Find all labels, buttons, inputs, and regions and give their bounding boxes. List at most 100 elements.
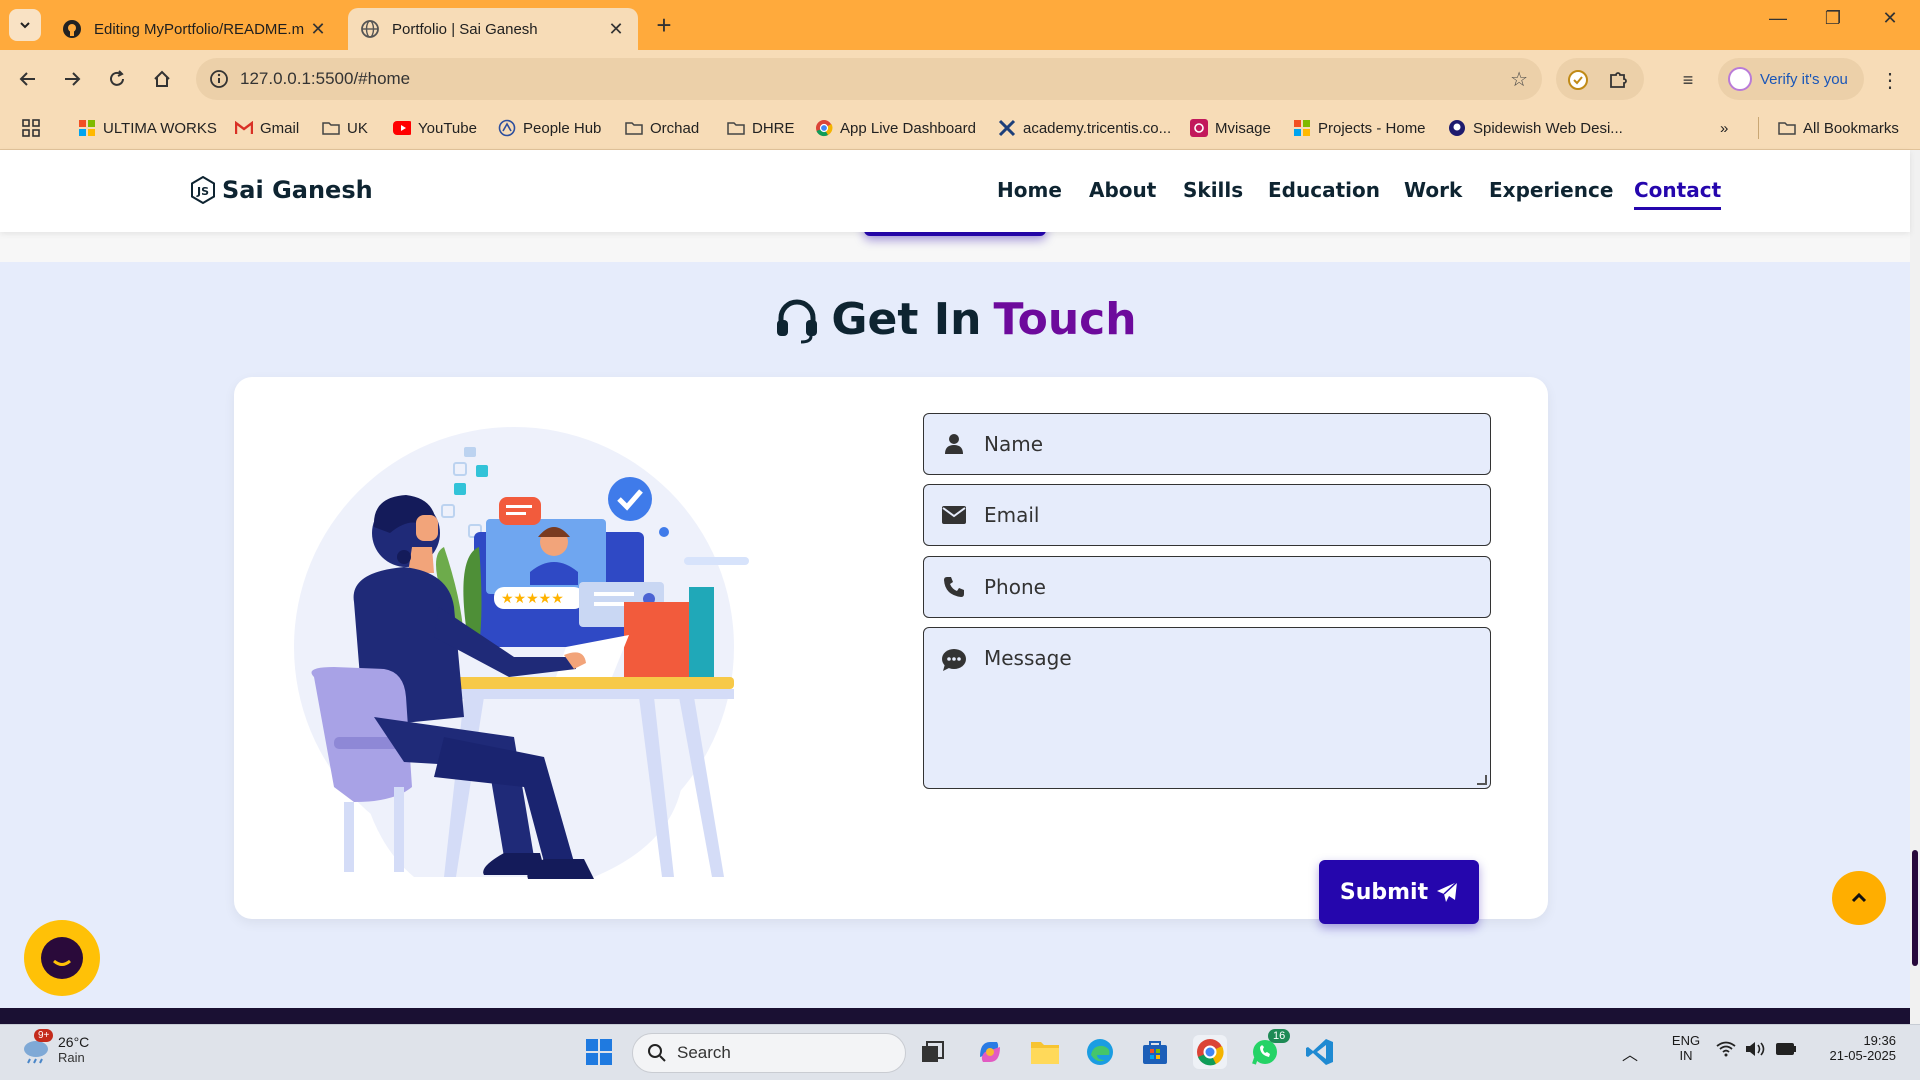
envelope-icon xyxy=(940,501,968,529)
weather-desc: Rain xyxy=(58,1049,85,1065)
new-tab-button[interactable]: + xyxy=(650,10,678,40)
nav-education[interactable]: Education xyxy=(1268,178,1380,202)
paper-plane-icon xyxy=(1437,881,1458,902)
wifi-icon[interactable] xyxy=(1714,1037,1738,1061)
nav-skills[interactable]: Skills xyxy=(1183,178,1243,202)
url-text[interactable]: 127.0.0.1:5500/#home xyxy=(240,69,410,89)
extension-icon[interactable] xyxy=(1566,68,1590,92)
scroll-to-top-button[interactable] xyxy=(1832,871,1886,925)
resize-handle[interactable] xyxy=(1477,775,1487,785)
bookmark-star-icon[interactable]: ☆ xyxy=(1510,67,1528,92)
minimize-button[interactable]: — xyxy=(1758,8,1798,29)
close-window-button[interactable]: ✕ xyxy=(1870,8,1910,29)
previous-section xyxy=(0,232,1910,262)
bookmark-ultima-works[interactable]: ULTIMA WORKS xyxy=(78,117,217,139)
close-tab-icon[interactable]: ✕ xyxy=(308,19,328,40)
gmail-icon xyxy=(235,119,253,137)
bookmark-spidewish[interactable]: Spidewish Web Desi... xyxy=(1448,117,1623,139)
forward-button[interactable] xyxy=(57,64,87,94)
clock-date: 21-05-2025 xyxy=(1829,1048,1897,1063)
browser-tab-bar: Editing MyPortfolio/README.m ✕ Portfolio… xyxy=(0,0,1920,50)
start-button[interactable] xyxy=(582,1035,616,1069)
whatsapp-icon[interactable]: 16 xyxy=(1248,1029,1291,1069)
bookmark-people-hub[interactable]: People Hub xyxy=(498,117,601,139)
scrollbar-thumb[interactable] xyxy=(1912,850,1918,966)
bookmark-mvisage[interactable]: Mvisage xyxy=(1190,117,1271,139)
contact-heading: Get In Touch xyxy=(0,294,1910,345)
bookmark-folder-orchad[interactable]: Orchad xyxy=(625,117,699,139)
name-field[interactable]: Name xyxy=(923,413,1491,475)
phone-placeholder: Phone xyxy=(984,575,1046,599)
tab-github-readme[interactable]: Editing MyPortfolio/README.m ✕ xyxy=(50,8,340,50)
media-control-icon[interactable]: ≡ xyxy=(1676,68,1700,92)
bookmark-youtube[interactable]: YouTube xyxy=(393,117,477,139)
globe-icon xyxy=(361,20,379,38)
weather-badge: 9+ xyxy=(34,1029,54,1042)
microsoft-logo-icon xyxy=(1293,119,1311,137)
chrome-taskbar-icon[interactable] xyxy=(1193,1035,1227,1069)
restore-button[interactable]: ❐ xyxy=(1813,8,1853,29)
bookmark-app-live-dashboard[interactable]: App Live Dashboard xyxy=(815,117,976,139)
copilot-icon[interactable] xyxy=(973,1035,1007,1069)
bookmark-projects-home[interactable]: Projects - Home xyxy=(1293,117,1426,139)
chat-widget-button[interactable] xyxy=(24,920,100,996)
tab-title: Portfolio | Sai Ganesh xyxy=(392,20,538,38)
bookmark-folder-dhre[interactable]: DHRE xyxy=(727,117,795,139)
bookmark-gmail[interactable]: Gmail xyxy=(235,117,299,139)
chevron-down-icon xyxy=(20,22,30,29)
apps-grid-icon[interactable] xyxy=(22,117,40,139)
address-bar[interactable]: 127.0.0.1:5500/#home ☆ xyxy=(196,58,1542,100)
message-field[interactable]: Message xyxy=(923,627,1491,789)
nav-contact[interactable]: Contact xyxy=(1634,178,1722,210)
arrow-right-icon xyxy=(65,72,81,86)
page-scrollbar[interactable] xyxy=(1910,150,1920,1024)
contact-illustration: ★★★★★ xyxy=(294,427,749,879)
nav-home[interactable]: Home xyxy=(997,178,1062,202)
folder-icon xyxy=(727,119,745,137)
spidewish-icon xyxy=(1448,119,1466,137)
user-icon xyxy=(940,430,968,458)
clock[interactable]: 19:36 21-05-2025 xyxy=(1816,1033,1897,1063)
tab-title: Editing MyPortfolio/README.m xyxy=(94,20,305,38)
back-button[interactable] xyxy=(13,64,43,94)
nav-work[interactable]: Work xyxy=(1404,178,1462,202)
reload-icon xyxy=(110,70,124,86)
folder-icon xyxy=(1778,119,1796,137)
more-bookmarks-icon[interactable]: » xyxy=(1720,117,1728,139)
tab-portfolio[interactable]: Portfolio | Sai Ganesh ✕ xyxy=(348,8,638,50)
microsoft-store-icon[interactable] xyxy=(1138,1035,1172,1069)
tray-overflow-icon[interactable]: ︿ xyxy=(1622,1041,1638,1065)
reload-button[interactable] xyxy=(102,64,132,94)
site-info-icon[interactable] xyxy=(206,66,232,92)
windows-logo-icon xyxy=(586,1039,612,1065)
weather-widget[interactable]: 9+ 26°C Rain xyxy=(20,1029,89,1065)
tab-search-button[interactable] xyxy=(9,9,41,41)
puzzle-icon[interactable] xyxy=(1606,68,1630,92)
submit-button[interactable]: Submit xyxy=(1319,860,1479,924)
email-field[interactable]: Email xyxy=(923,484,1491,546)
battery-icon[interactable] xyxy=(1774,1037,1798,1061)
name-placeholder: Name xyxy=(984,432,1044,456)
tricentis-icon xyxy=(998,119,1016,137)
site-logo[interactable]: JS Sai Ganesh xyxy=(190,176,373,204)
close-tab-icon[interactable]: ✕ xyxy=(606,19,626,40)
bookmark-academy-tricentis[interactable]: academy.tricentis.co... xyxy=(998,117,1171,139)
file-explorer-icon[interactable] xyxy=(1028,1035,1062,1069)
folder-icon xyxy=(625,119,643,137)
all-bookmarks-button[interactable]: All Bookmarks xyxy=(1778,117,1899,139)
nav-experience[interactable]: Experience xyxy=(1489,178,1613,202)
whatsapp-badge: 16 xyxy=(1268,1029,1291,1043)
verify-profile-button[interactable]: Verify it's you xyxy=(1718,58,1864,100)
task-view-icon[interactable] xyxy=(916,1035,950,1069)
nav-about[interactable]: About xyxy=(1089,178,1156,202)
taskbar-search[interactable]: Search xyxy=(632,1033,906,1073)
menu-kebab-icon[interactable]: ⋮ xyxy=(1880,68,1900,93)
comment-dots-icon xyxy=(940,646,968,674)
home-button[interactable] xyxy=(147,64,177,94)
edge-icon[interactable] xyxy=(1083,1035,1117,1069)
language-indicator[interactable]: ENG IN xyxy=(1666,1033,1706,1063)
bookmark-folder-uk[interactable]: UK xyxy=(322,117,368,139)
phone-field[interactable]: Phone xyxy=(923,556,1491,618)
volume-icon[interactable] xyxy=(1744,1037,1768,1061)
vscode-icon[interactable] xyxy=(1303,1035,1337,1069)
